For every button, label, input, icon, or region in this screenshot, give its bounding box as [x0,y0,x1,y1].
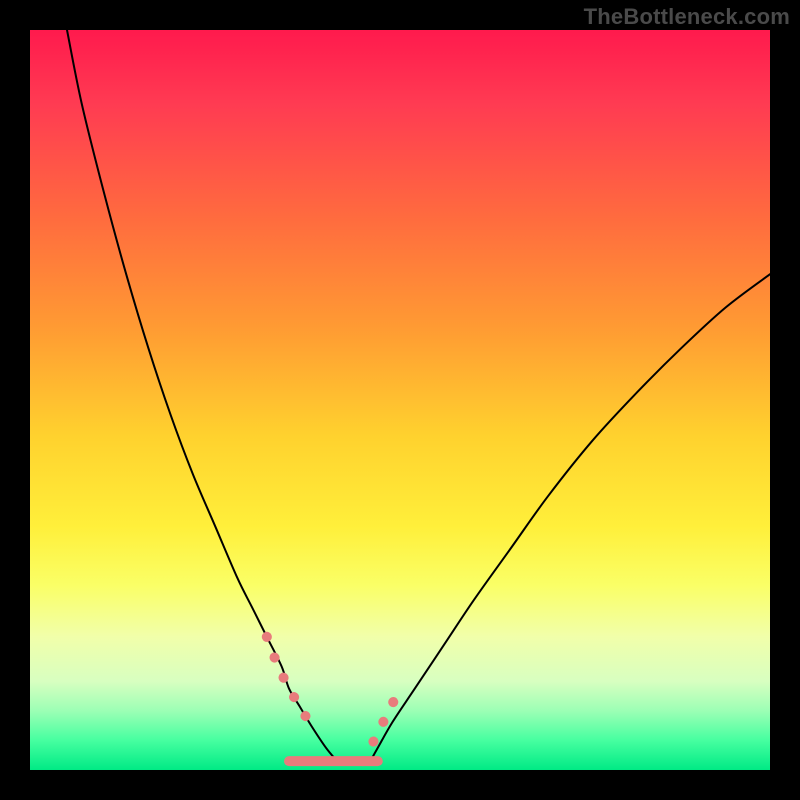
right-marker-dots [363,696,396,761]
right-curve [370,274,770,761]
chart-stage: TheBottleneck.com [0,0,800,800]
watermark-text: TheBottleneck.com [584,4,790,30]
plot-area [30,30,770,770]
curve-layer [30,30,770,770]
left-curve [67,30,337,761]
